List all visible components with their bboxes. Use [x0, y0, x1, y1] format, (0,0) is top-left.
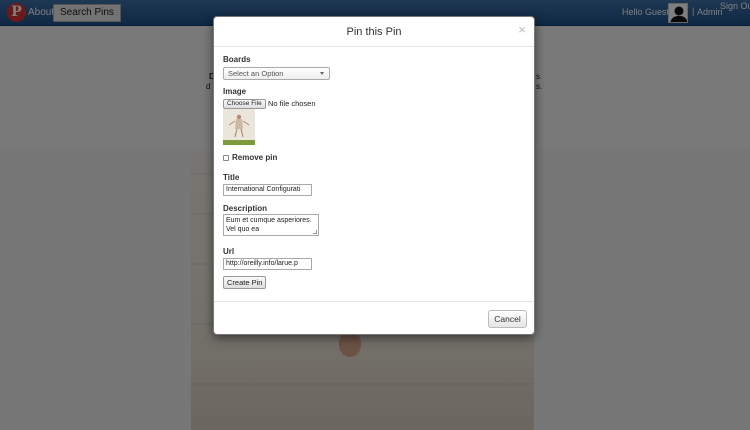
dialog-title: Pin this Pin [346, 26, 402, 38]
boards-label: Boards [223, 55, 251, 64]
dialog-header: Pin this Pin × [214, 17, 534, 47]
url-field[interactable]: http://oreilly.info/larue.p [223, 258, 312, 270]
boards-select[interactable]: Select an Option [223, 67, 330, 80]
choose-file-button[interactable]: Choose File [223, 99, 266, 109]
url-label: Url [223, 247, 235, 256]
remove-pin-checkbox[interactable] [223, 155, 229, 161]
create-pin-button[interactable]: Create Pin [223, 276, 267, 289]
title-field[interactable]: International Configurati [223, 184, 312, 196]
boards-select-value: Select an Option [228, 69, 284, 78]
description-text: Eum et cumque asperiores. Vel quo ea [226, 217, 312, 233]
file-status-text: No file chosen [268, 99, 316, 108]
remove-pin-label: Remove pin [232, 153, 278, 162]
dialog-footer: Cancel [214, 301, 534, 335]
title-label: Title [223, 173, 240, 182]
pin-thumbnail [223, 109, 255, 145]
pin-dialog: Pin this Pin × Boards Select an Option I… [213, 16, 535, 335]
cancel-button[interactable]: Cancel [488, 310, 527, 328]
description-field[interactable]: Eum et cumque asperiores. Vel quo ea [223, 214, 319, 236]
close-icon[interactable]: × [516, 23, 528, 37]
description-label: Description [223, 204, 268, 213]
chevron-down-icon [320, 72, 324, 75]
resize-grip-icon[interactable] [313, 230, 317, 234]
image-label: Image [223, 87, 247, 96]
